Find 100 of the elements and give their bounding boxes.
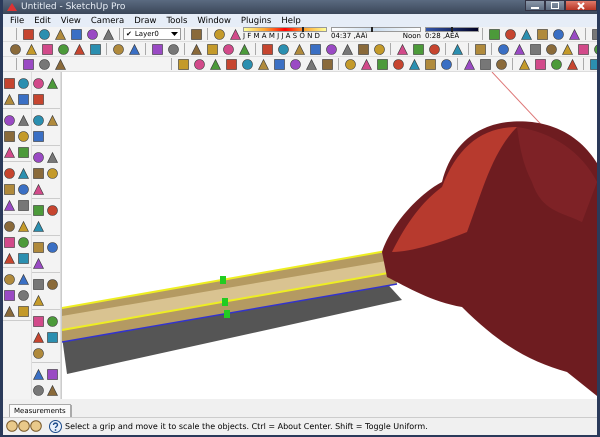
menu-item[interactable]: File — [5, 16, 30, 26]
triangle-icon[interactable] — [238, 42, 250, 56]
triangle-icon[interactable] — [46, 384, 59, 397]
menu-item[interactable]: Window — [192, 16, 236, 26]
square-icon[interactable] — [32, 130, 45, 143]
square-icon[interactable] — [488, 28, 500, 40]
square-icon[interactable] — [32, 167, 45, 180]
square-icon[interactable] — [376, 58, 388, 70]
circle-icon[interactable] — [544, 42, 558, 56]
triangle-icon[interactable] — [566, 58, 578, 70]
triangle-icon[interactable] — [32, 257, 45, 270]
triangle-icon[interactable] — [518, 58, 530, 70]
square-icon[interactable] — [260, 42, 274, 56]
circle-icon[interactable] — [496, 42, 510, 56]
circle-icon[interactable] — [212, 28, 226, 40]
circle-icon[interactable] — [3, 114, 16, 127]
minimize-button[interactable] — [525, 0, 545, 11]
square-icon[interactable] — [32, 241, 45, 254]
circle-icon[interactable] — [30, 420, 42, 432]
circle-icon[interactable] — [240, 58, 254, 70]
triangle-icon[interactable] — [408, 58, 420, 70]
circle-icon[interactable] — [8, 42, 22, 56]
circle-icon[interactable] — [32, 151, 45, 164]
circle-icon[interactable] — [86, 28, 98, 40]
circle-icon[interactable] — [3, 273, 16, 286]
triangle-icon[interactable] — [304, 58, 318, 70]
square-icon[interactable] — [88, 42, 102, 56]
circle-icon[interactable] — [166, 42, 180, 56]
square-icon[interactable] — [17, 252, 30, 265]
square-icon[interactable] — [32, 93, 45, 106]
circle-icon[interactable] — [18, 420, 30, 432]
square-icon[interactable] — [17, 146, 30, 159]
menu-item[interactable]: Plugins — [236, 16, 276, 26]
square-icon[interactable] — [17, 199, 30, 212]
triangle-icon[interactable] — [54, 28, 66, 40]
circle-icon[interactable] — [46, 204, 59, 217]
square-icon[interactable] — [17, 93, 30, 106]
circle-icon[interactable] — [56, 42, 70, 56]
square-icon[interactable] — [320, 58, 334, 70]
square-icon[interactable] — [22, 28, 34, 40]
triangle-icon[interactable] — [520, 28, 532, 40]
circle-icon[interactable] — [3, 220, 16, 233]
square-icon[interactable] — [534, 58, 546, 70]
square-icon[interactable] — [46, 331, 59, 344]
triangle-icon[interactable] — [32, 331, 45, 344]
square-icon[interactable] — [536, 28, 548, 40]
triangle-icon[interactable] — [228, 28, 242, 40]
triangle-icon[interactable] — [256, 58, 270, 70]
square-icon[interactable] — [32, 315, 45, 328]
circle-icon[interactable] — [550, 58, 562, 70]
circle-icon[interactable] — [192, 58, 206, 70]
time-slider[interactable] — [331, 27, 421, 32]
square-icon[interactable] — [224, 58, 238, 70]
triangle-icon[interactable] — [72, 42, 86, 56]
circle-icon[interactable] — [392, 58, 404, 70]
triangle-icon[interactable] — [340, 42, 354, 56]
circle-icon[interactable] — [494, 58, 508, 70]
circle-icon[interactable] — [440, 58, 452, 70]
circle-icon[interactable] — [276, 42, 290, 56]
circle-icon[interactable] — [38, 58, 50, 70]
triangle-icon[interactable] — [3, 252, 16, 265]
menu-item[interactable]: Edit — [29, 16, 56, 26]
circle-icon[interactable] — [38, 28, 50, 40]
help-icon[interactable] — [49, 420, 62, 433]
triangle-icon[interactable] — [46, 77, 59, 90]
circle-icon[interactable] — [222, 42, 234, 56]
square-icon[interactable] — [32, 204, 45, 217]
circle-icon[interactable] — [6, 420, 18, 432]
circle-icon[interactable] — [46, 241, 59, 254]
circle-icon[interactable] — [428, 42, 440, 56]
triangle-icon[interactable] — [292, 42, 306, 56]
square-icon[interactable] — [176, 58, 190, 70]
triangle-icon[interactable] — [17, 114, 30, 127]
circle-icon[interactable] — [552, 28, 564, 40]
circle-icon[interactable] — [17, 236, 30, 249]
triangle-icon[interactable] — [46, 114, 59, 127]
square-icon[interactable] — [17, 305, 30, 318]
triangle-icon[interactable] — [568, 28, 580, 40]
square-icon[interactable] — [70, 28, 82, 40]
square-icon[interactable] — [272, 58, 286, 70]
triangle-icon[interactable] — [32, 183, 45, 196]
triangle-icon[interactable] — [512, 42, 526, 56]
triangle-icon[interactable] — [3, 146, 16, 159]
menu-item[interactable]: Camera — [86, 16, 130, 26]
menu-item[interactable]: Tools — [161, 16, 192, 26]
triangle-icon[interactable] — [24, 42, 38, 56]
triangle-icon[interactable] — [3, 93, 16, 106]
triangle-icon[interactable] — [3, 199, 16, 212]
triangle-icon[interactable] — [46, 151, 59, 164]
square-icon[interactable] — [424, 58, 436, 70]
circle-icon[interactable] — [17, 77, 30, 90]
triangle-icon[interactable] — [17, 220, 30, 233]
triangle-icon[interactable] — [3, 305, 16, 318]
square-icon[interactable] — [478, 58, 492, 70]
square-icon[interactable] — [3, 183, 16, 196]
triangle-icon[interactable] — [32, 368, 45, 381]
square-icon[interactable] — [40, 42, 54, 56]
square-icon[interactable] — [308, 42, 322, 56]
square-icon[interactable] — [190, 28, 202, 40]
circle-icon[interactable] — [324, 42, 338, 56]
